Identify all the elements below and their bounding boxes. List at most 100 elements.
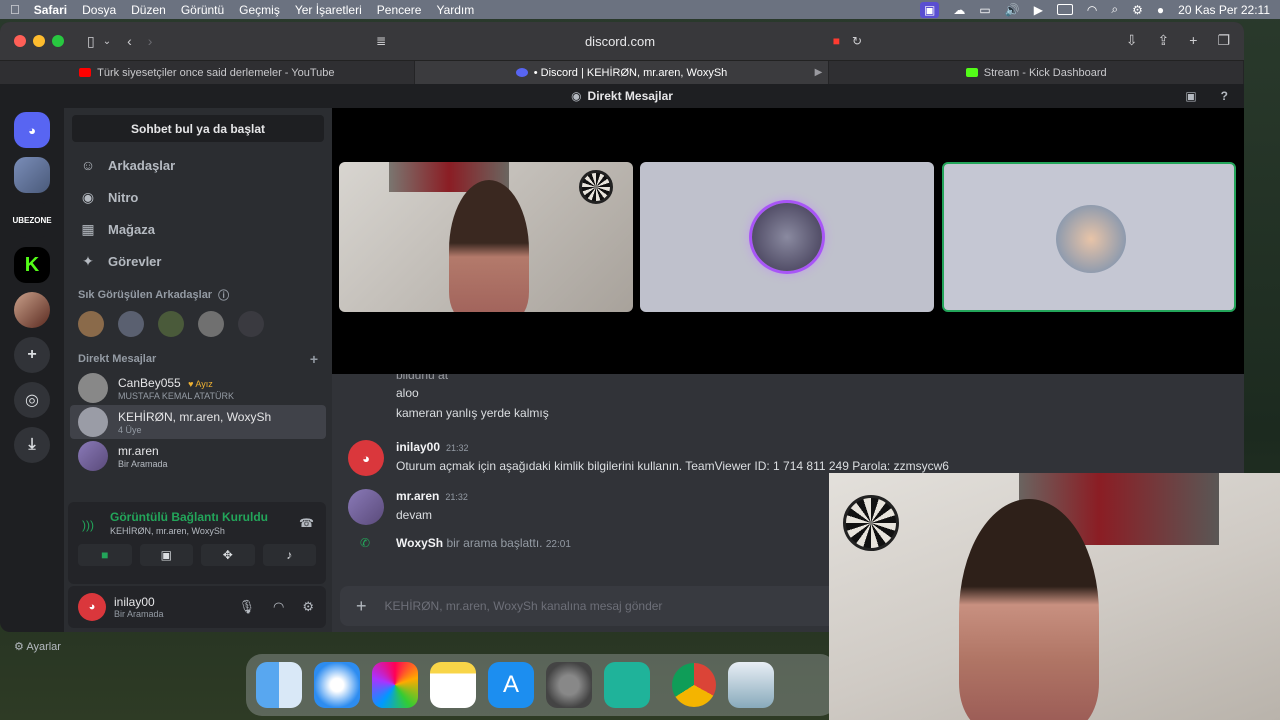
volume-icon[interactable]: 🔊: [1005, 3, 1020, 17]
friend-avatar[interactable]: [158, 311, 184, 337]
menu-window[interactable]: Pencere: [377, 3, 422, 17]
app-store-icon[interactable]: A: [488, 662, 534, 708]
camera-icon[interactable]: ▶: [815, 67, 823, 78]
user-avatar[interactable]: ◕: [78, 593, 106, 621]
chrome-icon[interactable]: [672, 663, 716, 707]
tab-discord[interactable]: • Discord | KEHİRØN, mr.aren, WoxySh ▶: [414, 61, 830, 84]
video-tile-avatar-speaking[interactable]: [942, 162, 1236, 312]
dartboard: [843, 495, 899, 551]
video-tile-camera[interactable]: [339, 162, 633, 312]
display-icon[interactable]: ▭: [979, 3, 990, 17]
voice-status[interactable]: Görüntülü Bağlantı Kuruldu: [110, 510, 316, 524]
minimize-window-button[interactable]: [33, 35, 45, 47]
soundboard-button[interactable]: ♪: [262, 544, 316, 566]
menu-history[interactable]: Geçmiş: [239, 3, 280, 17]
inbox-icon[interactable]: ▣: [1185, 89, 1196, 103]
server-kick[interactable]: K: [14, 247, 50, 283]
sidebar-toggle-icon[interactable]: ▯: [87, 33, 95, 50]
discord-app-icon[interactable]: [604, 662, 650, 708]
cloud-icon[interactable]: ☁: [953, 3, 965, 17]
add-attachment-icon[interactable]: +: [356, 596, 367, 617]
author-avatar[interactable]: [348, 489, 384, 525]
info-icon[interactable]: ⓘ: [218, 287, 229, 303]
message-author[interactable]: inilay00: [396, 440, 440, 454]
nav-shop[interactable]: ▦ Mağaza: [64, 213, 332, 245]
tab-youtube[interactable]: Türk siyesetçiler once said derlemeler -…: [0, 61, 415, 84]
friend-avatar[interactable]: [118, 311, 144, 337]
server-avatar[interactable]: [14, 157, 50, 193]
back-icon[interactable]: ‹: [127, 33, 132, 49]
tab-kick[interactable]: Stream - Kick Dashboard: [829, 61, 1244, 84]
nav-friends[interactable]: ☺ Arkadaşlar: [64, 149, 332, 181]
safari-icon[interactable]: [314, 662, 360, 708]
server-tubezone[interactable]: UBEZONE: [12, 202, 52, 238]
friend-avatar[interactable]: [78, 311, 104, 337]
disconnect-icon[interactable]: ☎: [299, 516, 314, 530]
help-icon[interactable]: ?: [1221, 89, 1228, 103]
preview-icon[interactable]: [728, 662, 774, 708]
forward-icon[interactable]: ›: [148, 33, 153, 49]
server-avatar[interactable]: [14, 292, 50, 328]
nav-nitro[interactable]: ◉ Nitro: [64, 181, 332, 213]
tab-overview-icon[interactable]: ❐: [1217, 32, 1230, 49]
apple-icon[interactable]: : [10, 2, 20, 17]
settings-label[interactable]: ⚙ Ayarlar: [14, 640, 61, 653]
chevron-down-icon[interactable]: ⌄: [103, 36, 111, 47]
siri-icon[interactable]: ●: [1157, 3, 1164, 17]
play-icon[interactable]: ▶: [1034, 3, 1043, 17]
headphones-icon[interactable]: ◠: [273, 599, 284, 615]
page-menu-icon[interactable]: ≣: [376, 34, 386, 48]
control-center-icon[interactable]: ⚙: [1132, 3, 1143, 17]
discord-home-button[interactable]: ◕: [14, 112, 50, 148]
menu-view[interactable]: Görüntü: [181, 3, 224, 17]
address-bar[interactable]: ≣ discord.com ■ ↻: [370, 29, 870, 53]
video-tile-avatar[interactable]: [640, 162, 934, 312]
reload-icon[interactable]: ↻: [852, 34, 862, 48]
author-avatar[interactable]: ◕: [348, 440, 384, 476]
message-author[interactable]: mr.aren: [396, 489, 439, 503]
spotlight-icon[interactable]: ⌕: [1111, 2, 1118, 17]
message-input[interactable]: KEHİRØN, mr.aren, WoxySh kanalına mesaj …: [385, 599, 663, 613]
battery-icon[interactable]: [1056, 4, 1073, 15]
share-icon[interactable]: ⇪: [1158, 32, 1170, 49]
person-wave-icon: ☺: [80, 157, 96, 173]
add-server-icon[interactable]: +: [14, 337, 50, 373]
friend-avatar[interactable]: [198, 311, 224, 337]
system-settings-icon[interactable]: [546, 662, 592, 708]
signal-icon[interactable]: ))): [82, 518, 94, 532]
launchpad-icon[interactable]: [372, 662, 418, 708]
microphone-icon[interactable]: 🎙: [238, 599, 255, 615]
download-icon[interactable]: ⤓: [14, 427, 50, 463]
user-name[interactable]: inilay00: [114, 595, 164, 609]
menu-edit[interactable]: Düzen: [131, 3, 166, 17]
menu-app[interactable]: Safari: [34, 3, 67, 17]
voice-channel[interactable]: KEHİRØN, mr.aren, WoxySh: [110, 526, 316, 536]
camera-in-use-icon[interactable]: ■: [833, 34, 840, 48]
menu-help[interactable]: Yardım: [436, 3, 474, 17]
friend-avatar[interactable]: [238, 311, 264, 337]
downloads-icon[interactable]: ⇩: [1126, 32, 1138, 49]
dm-item[interactable]: CanBey055 ♥ Ayız MUSTAFA KEMAL ATATÜRK: [70, 371, 326, 405]
notes-icon[interactable]: [430, 662, 476, 708]
new-tab-icon[interactable]: +: [1189, 32, 1197, 49]
kick-icon: [965, 68, 978, 77]
menubar-clock[interactable]: 20 Kas Per 22:11: [1178, 3, 1270, 17]
camera-button[interactable]: ■: [78, 544, 132, 566]
screen-record-icon[interactable]: ▣: [920, 1, 940, 18]
create-dm-icon[interactable]: +: [310, 351, 318, 367]
activities-button[interactable]: ✥: [201, 544, 255, 566]
settings-gear-icon[interactable]: ⚙: [302, 599, 314, 615]
nav-quests[interactable]: ✦ Görevler: [64, 245, 332, 277]
find-conversation-button[interactable]: Sohbet bul ya da başlat: [72, 115, 324, 142]
wifi-icon[interactable]: ◠: [1087, 3, 1097, 17]
close-window-button[interactable]: [14, 35, 26, 47]
dm-item-group[interactable]: KEHİRØN, mr.aren, WoxySh 4 Üye: [70, 405, 326, 439]
dm-item[interactable]: mr.aren Bir Aramada: [70, 439, 326, 473]
finder-icon[interactable]: [256, 662, 302, 708]
menu-bookmarks[interactable]: Yer İşaretleri: [295, 3, 362, 17]
system-author[interactable]: WoxySh: [396, 536, 443, 550]
screen-share-button[interactable]: ▣: [139, 544, 193, 566]
zoom-window-button[interactable]: [52, 35, 64, 47]
menu-file[interactable]: Dosya: [82, 3, 116, 17]
discover-icon[interactable]: ◎: [14, 382, 50, 418]
